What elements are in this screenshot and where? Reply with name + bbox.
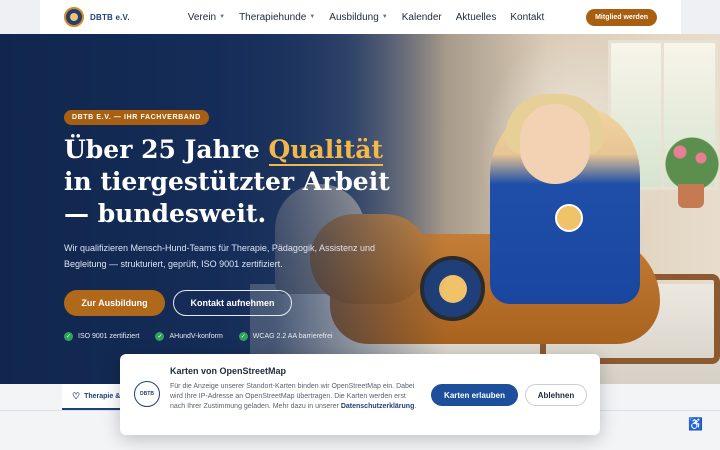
check-icon: ✓	[64, 332, 73, 341]
nav-item-kalender[interactable]: Kalender	[402, 12, 442, 23]
trust-item: ✓ ISO 9001 zertifiziert	[64, 332, 139, 341]
privacy-policy-link[interactable]: Datenschutzerklärung	[341, 403, 415, 410]
chevron-down-icon: ▼	[309, 14, 316, 20]
nav-label: Kalender	[401, 11, 442, 23]
check-icon: ✓	[238, 332, 248, 341]
allow-maps-button[interactable]: Karten erlauben	[431, 384, 518, 406]
nav-label: Verein	[187, 11, 217, 23]
trust-label: ISO 9001 zertifiziert	[78, 333, 140, 340]
nav-label: Therapiehunde	[239, 11, 307, 23]
nav-label: Aktuelles	[455, 11, 497, 23]
nav-item-ausbildung[interactable]: Ausbildung ▼	[329, 12, 387, 23]
nav-label: Kontakt	[510, 11, 545, 23]
kontakt-aufnehmen-button[interactable]: Kontakt aufnehmen	[173, 290, 292, 316]
headline-pre: Über 25 Jahre	[64, 135, 269, 164]
brand-logo[interactable]: DBTB e.V.	[64, 7, 130, 27]
tab-label: Therapie &	[84, 392, 121, 400]
zur-ausbildung-button[interactable]: Zur Ausbildung	[64, 290, 165, 316]
consent-body: Für die Anzeige unserer Standort-Karten …	[170, 383, 417, 410]
trust-label: WCAG 2.2 AA barrierefrei	[252, 333, 333, 340]
chevron-down-icon: ▼	[219, 14, 226, 20]
accessibility-icon[interactable]: ♿	[688, 417, 703, 431]
nav-item-therapiehunde[interactable]: Therapiehunde ▼	[239, 12, 315, 23]
page: DBTB E.V. — IHR FACHVERBAND Über 25 Jahr…	[0, 0, 720, 450]
mitglied-werden-button[interactable]: Mitglied werden	[586, 8, 657, 26]
trust-label: AHundV-konform	[169, 333, 223, 340]
hero-headline: Über 25 Jahre Qualität in tiergestützter…	[64, 134, 404, 230]
map-consent-dialog: DBTB Karten von OpenStreetMap Für die An…	[120, 354, 600, 435]
headline-highlight: Qualität	[268, 135, 383, 166]
hero-section: DBTB E.V. — IHR FACHVERBAND Über 25 Jahr…	[0, 34, 720, 384]
trust-item: ✓ WCAG 2.2 AA barrierefrei	[238, 332, 333, 341]
nav-item-aktuelles[interactable]: Aktuelles	[456, 12, 497, 23]
trust-badges: ✓ ISO 9001 zertifiziert ✓ AHundV-konform ✓…	[64, 332, 333, 341]
headline-post: in tiergestützter Arbeit — bundesweit.	[64, 167, 390, 228]
brand-name: DBTB e.V.	[90, 12, 130, 22]
dbtb-logo-icon	[64, 7, 84, 27]
dbtb-logo-icon: DBTB	[134, 381, 160, 407]
decline-button[interactable]: Ablehnen	[525, 384, 587, 406]
nav-item-verein[interactable]: Verein ▼	[188, 12, 225, 23]
nav-label: Ausbildung	[329, 11, 379, 23]
tab-therapie[interactable]: ♡ Therapie &	[62, 384, 123, 410]
nav-item-kontakt[interactable]: Kontakt	[510, 12, 544, 23]
check-icon: ✓	[155, 332, 165, 341]
trust-item: ✓ AHundV-konform	[155, 332, 223, 341]
consent-title: Karten von OpenStreetMap	[170, 366, 287, 376]
hero-lead: Wir qualifizieren Mensch-Hund-Teams für …	[64, 243, 375, 269]
chevron-down-icon: ▼	[381, 14, 388, 20]
heart-icon: ♡	[72, 390, 81, 401]
site-header: DBTB e.V. Verein ▼ Therapiehunde ▼ Ausbild…	[40, 0, 681, 34]
main-nav: Verein ▼ Therapiehunde ▼ Ausbildung ▼ Kalen…	[188, 12, 545, 23]
hero-eyebrow: DBTB E.V. — IHR FACHVERBAND	[64, 110, 209, 125]
